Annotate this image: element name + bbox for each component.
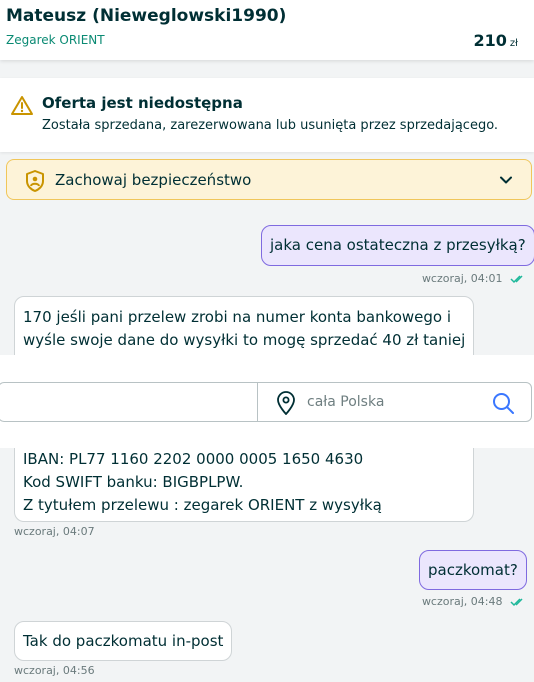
chevron-down-icon — [500, 176, 512, 184]
message-timestamp: wczoraj, 04:48 — [422, 595, 526, 608]
message-timestamp: wczoraj, 04:01 — [422, 272, 526, 285]
search-field — [0, 382, 532, 422]
price-value: 210 — [473, 31, 507, 50]
double-check-icon — [510, 598, 523, 607]
message-line: wyśle swoje dane do wysyłki to mogę sprz… — [23, 331, 466, 349]
message-text: jaka cena ostateczna z przesyłką? — [270, 236, 526, 254]
notice-text: Została sprzedana, zarezerwowana lub usu… — [42, 118, 499, 133]
offer-unavailable-notice: Oferta jest niedostępna Została sprzedan… — [0, 78, 534, 152]
seller-name[interactable]: Mateusz (Nieweglowski1990) — [6, 6, 286, 26]
message-line: 170 jeśli pani przelew zrobi na numer ko… — [23, 308, 452, 326]
message-timestamp: wczoraj, 04:56 — [14, 664, 95, 677]
conversation-header: Mateusz (Nieweglowski1990) Zegarek ORIEN… — [0, 0, 534, 60]
item-price: 210 zł — [474, 31, 519, 50]
item-link[interactable]: Zegarek ORIENT — [6, 33, 105, 47]
message-line: IBAN: PL77 1160 2202 0000 0005 1650 4630 — [23, 450, 364, 468]
location-pin-icon — [277, 391, 295, 415]
message-outgoing: jaka cena ostateczna z przesyłką? — [261, 225, 534, 266]
location-input[interactable] — [307, 391, 467, 413]
warning-icon — [11, 96, 33, 115]
notice-title: Oferta jest niedostępna — [42, 94, 243, 112]
message-incoming: Tak do paczkomatu in-post — [14, 621, 233, 661]
message-line: Z tytułem przelewu : zegarek ORIENT z wy… — [23, 496, 382, 514]
message-timestamp: wczoraj, 04:07 — [14, 525, 95, 538]
message-text: paczkomat? — [428, 561, 518, 579]
shield-icon — [26, 170, 44, 192]
message-text: Tak do paczkomatu in-post — [23, 632, 224, 650]
search-bar — [0, 355, 534, 448]
search-divider — [257, 383, 258, 421]
price-currency: zł — [509, 38, 518, 49]
message-outgoing: paczkomat? — [419, 550, 527, 590]
safety-accordion[interactable]: Zachowaj bezpieczeństwo — [6, 159, 532, 200]
search-icon[interactable] — [491, 391, 515, 415]
message-line: Kod SWIFT banku: BIGBPLPW. — [23, 473, 244, 491]
message-incoming: IBAN: PL77 1160 2202 0000 0005 1650 4630… — [14, 448, 474, 522]
double-check-icon — [510, 275, 523, 284]
safety-label: Zachowaj bezpieczeństwo — [55, 171, 252, 189]
